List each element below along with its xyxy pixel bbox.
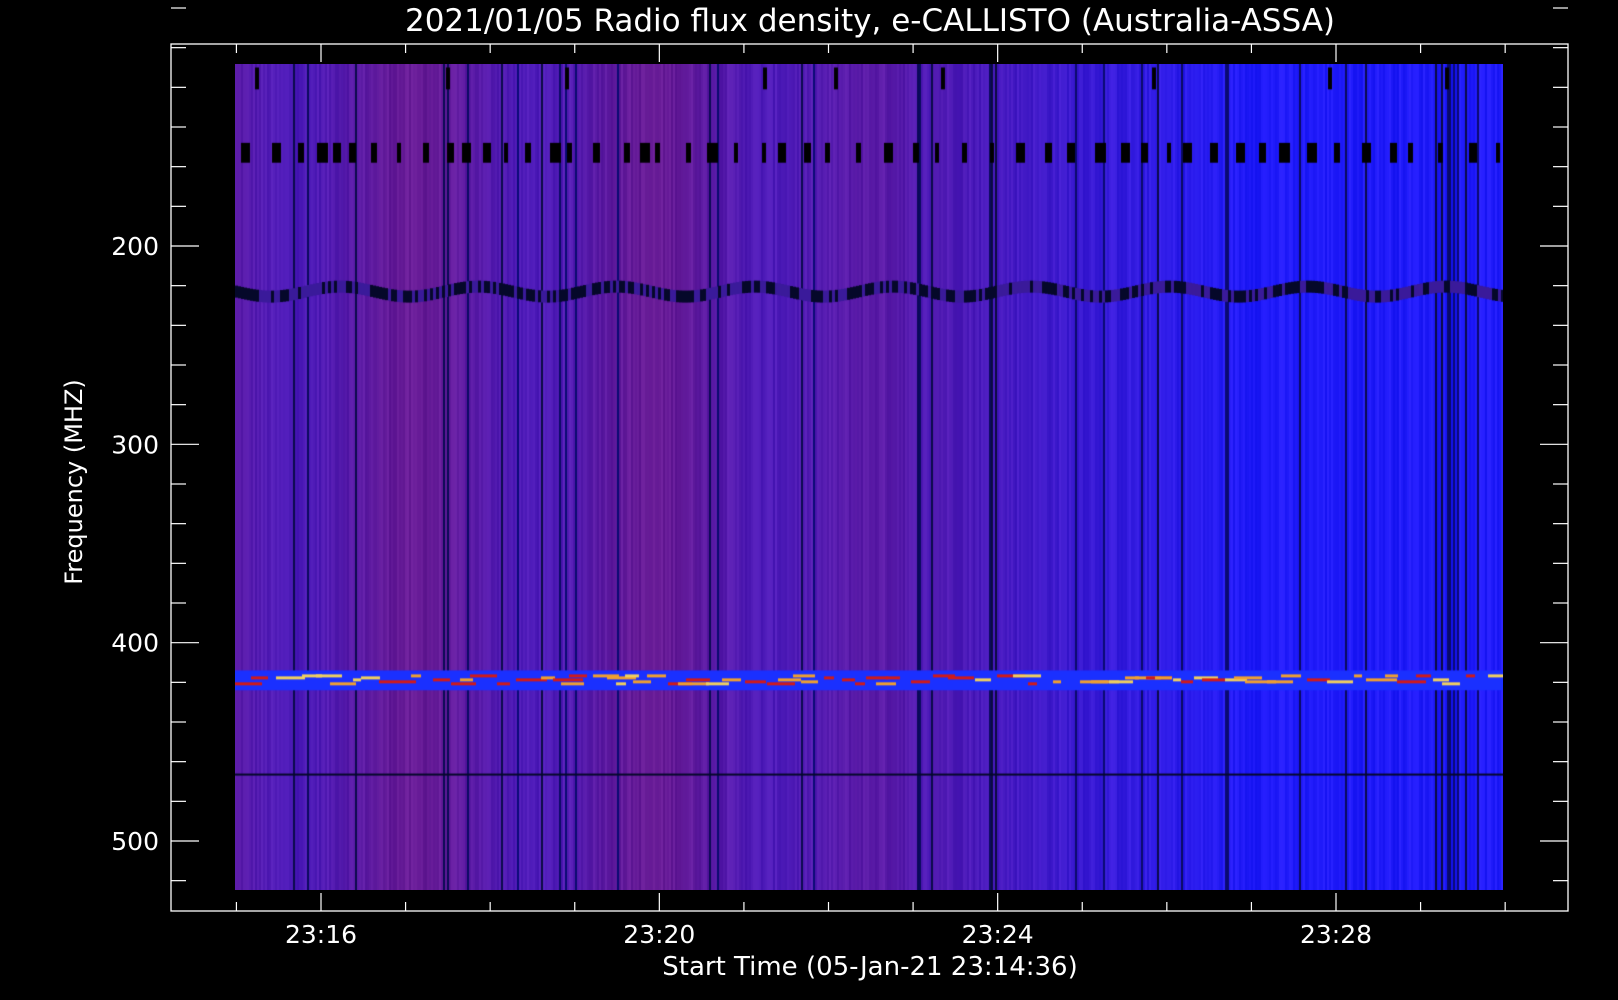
spectrogram-chart: 23:16 23:20 23:24 23:28 200 300 400 500 2021/01… xyxy=(60,3,1569,982)
spectrogram-image xyxy=(235,64,1503,890)
y-tick-label: 400 xyxy=(111,629,159,658)
x-tick-label: 23:24 xyxy=(962,920,1034,949)
x-tick-label: 23:16 xyxy=(285,920,357,949)
x-tick-label: 23:20 xyxy=(623,920,695,949)
y-tick-label: 300 xyxy=(111,430,159,459)
x-tick-label: 23:28 xyxy=(1300,920,1372,949)
y-tick-label: 500 xyxy=(111,827,159,856)
spectrogram-raster xyxy=(235,64,1503,890)
y-axis-label: Frequency (MHZ) xyxy=(60,379,88,585)
x-axis-label: Start Time (05-Jan-21 23:14:36) xyxy=(662,952,1077,982)
chart-title: 2021/01/05 Radio flux density, e-CALLIST… xyxy=(405,3,1335,39)
y-tick-label: 200 xyxy=(111,232,159,261)
